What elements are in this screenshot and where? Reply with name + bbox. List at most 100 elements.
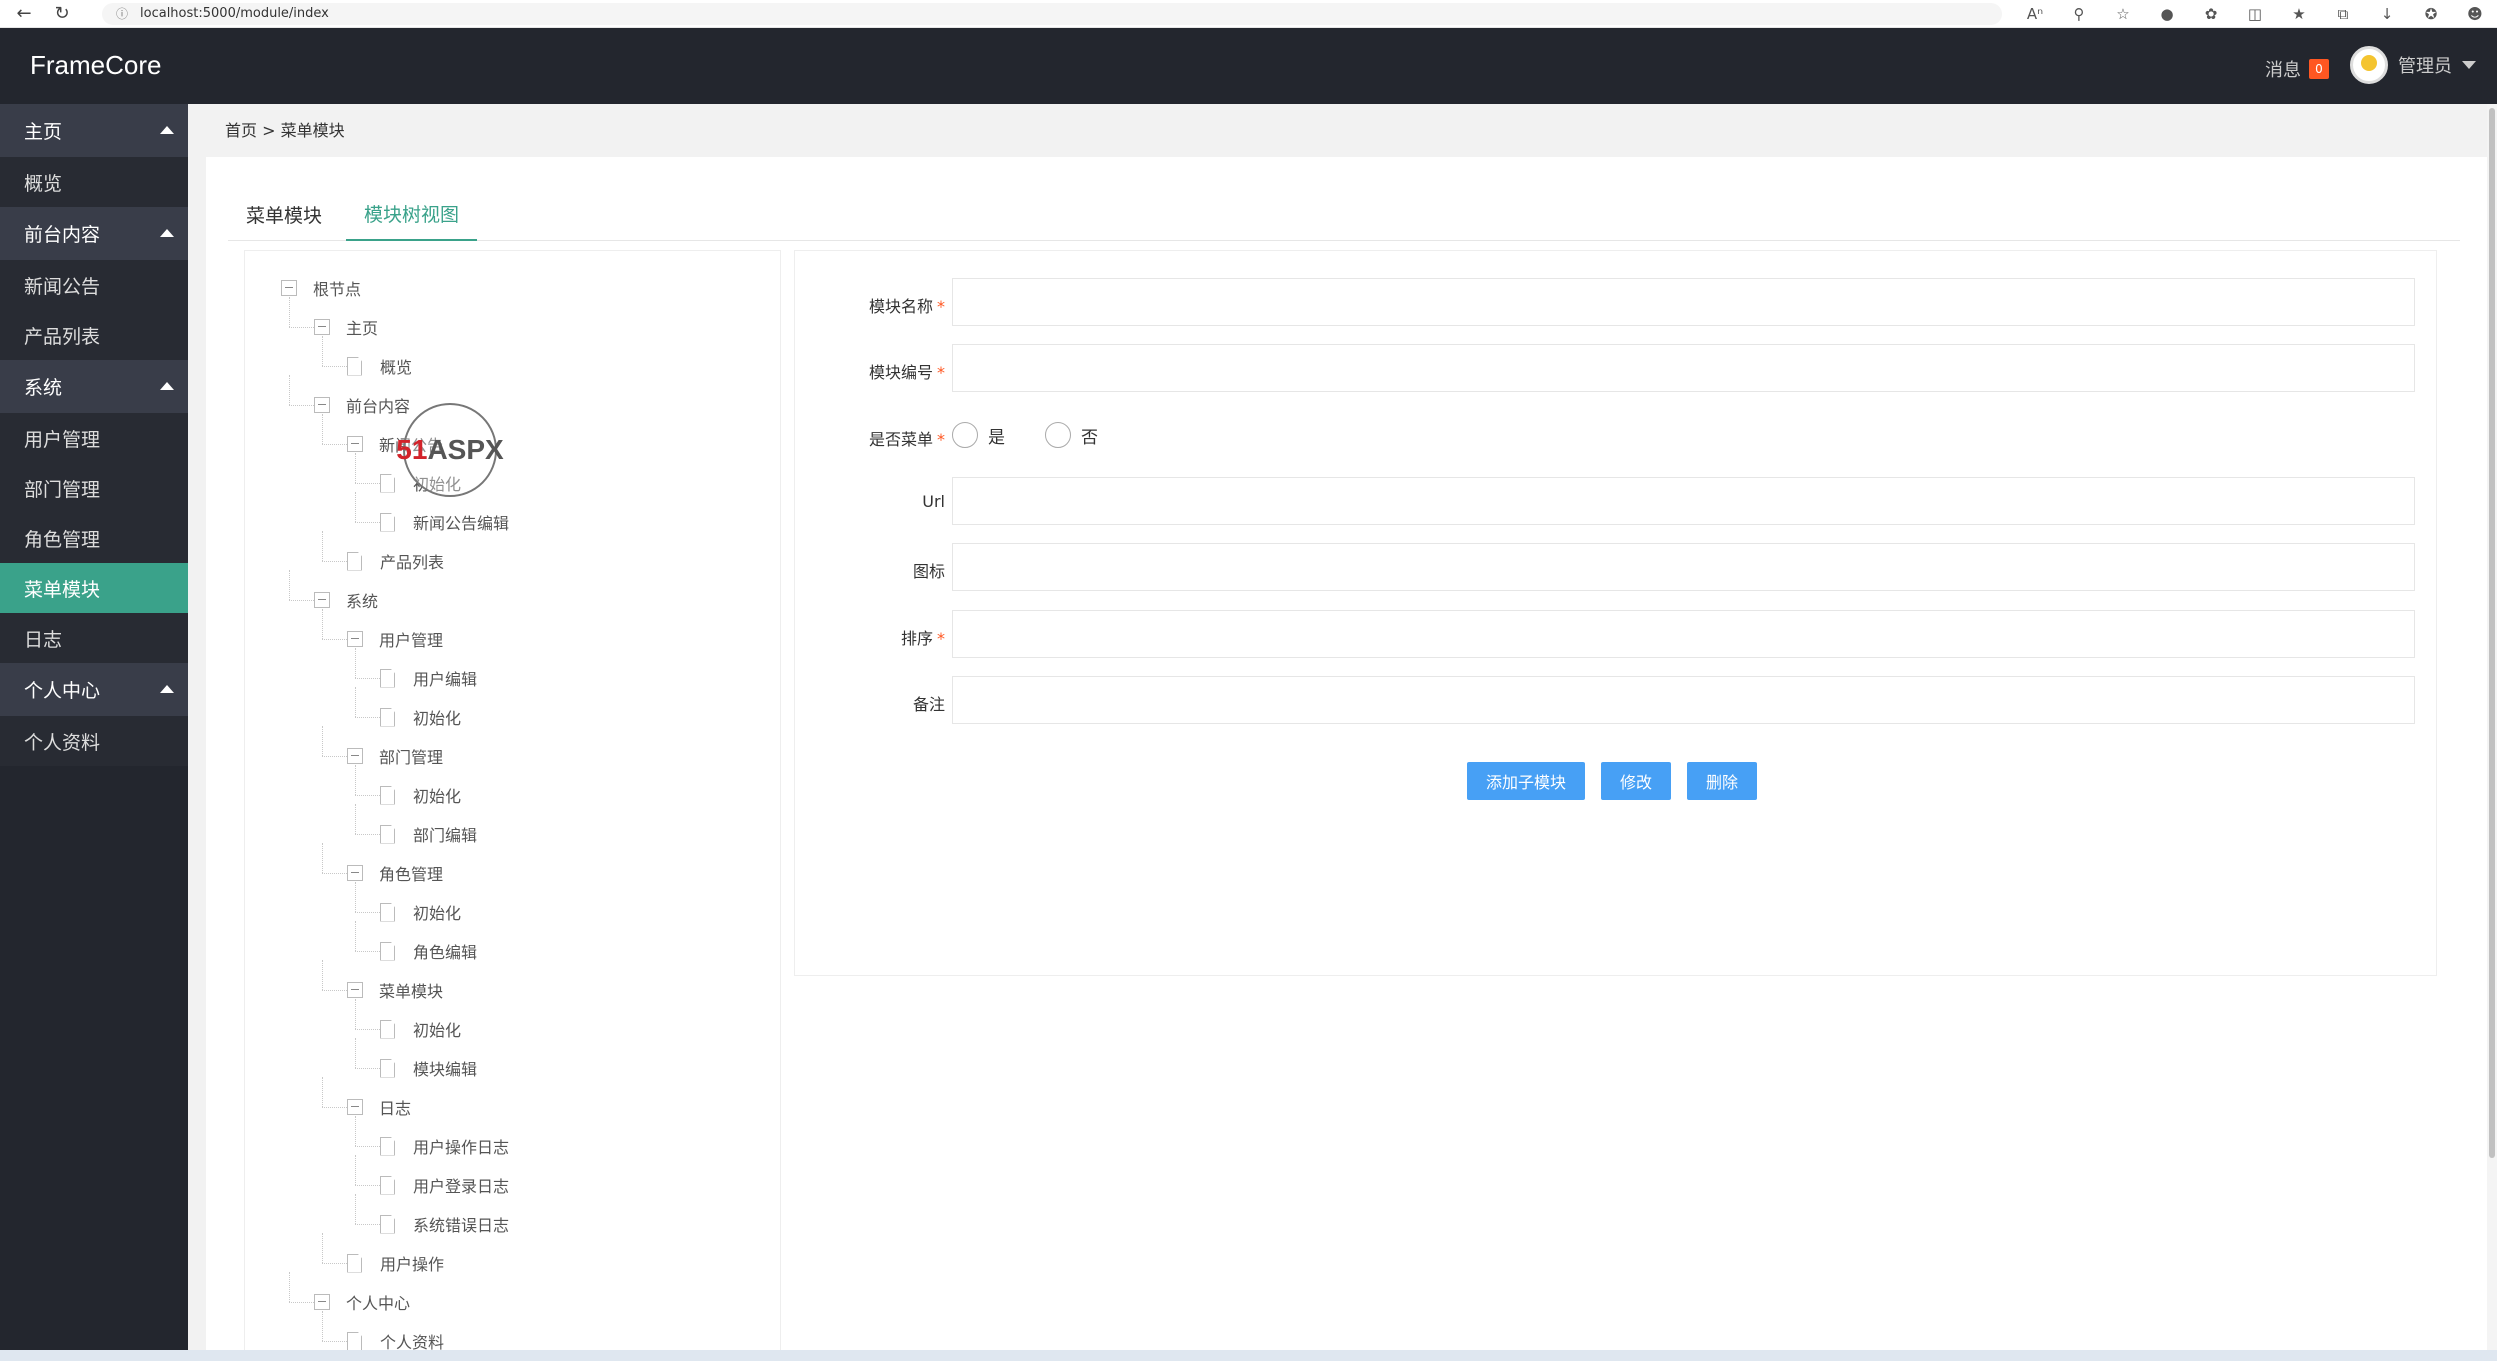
tree-node-label[interactable]: 产品列表 <box>380 549 444 573</box>
tree-node-label[interactable]: 初始化 <box>413 783 461 807</box>
collapse-icon[interactable] <box>314 319 330 335</box>
tree-node-label[interactable]: 初始化 <box>413 705 461 729</box>
tree-node-label[interactable]: 新闻公告编辑 <box>413 510 509 534</box>
tree-node-label[interactable]: 模块编辑 <box>413 1056 477 1080</box>
sidebar-item-news[interactable]: 新闻公告 <box>0 260 188 310</box>
profile-icon[interactable]: ☻ <box>2453 5 2497 23</box>
tree-node-label[interactable]: 主页 <box>346 315 378 339</box>
favorite-star-icon[interactable]: ☆ <box>2101 5 2145 23</box>
read-aloud-icon[interactable]: Aⁿ <box>2013 5 2057 23</box>
sidebar-item-departments[interactable]: 部门管理 <box>0 463 188 513</box>
tree-folder-node[interactable]: 菜单模块 <box>347 977 443 1003</box>
tree-leaf-node[interactable]: 初始化 <box>380 1016 461 1042</box>
tree-node-label[interactable]: 用户操作 <box>380 1251 444 1275</box>
collapse-icon[interactable] <box>314 592 330 608</box>
tree-node-label[interactable]: 角色编辑 <box>413 939 477 963</box>
tree-leaf-node[interactable]: 初始化 <box>380 704 461 730</box>
is-menu-no-label[interactable]: 否 <box>1081 423 1098 448</box>
messages-link[interactable]: 消息 0 <box>2265 56 2329 82</box>
tree-node-label[interactable]: 初始化 <box>413 900 461 924</box>
tree-node-label[interactable]: 部门管理 <box>379 744 443 768</box>
collapse-icon[interactable] <box>347 436 363 452</box>
is-menu-no-radio[interactable] <box>1045 422 1071 448</box>
copilot-icon[interactable]: ✪ <box>2409 5 2453 23</box>
tree-leaf-node[interactable]: 产品列表 <box>347 548 444 574</box>
sidebar-item-overview[interactable]: 概览 <box>0 157 188 207</box>
tree-node-label[interactable]: 系统 <box>346 588 378 612</box>
sidebar-item-logs[interactable]: 日志 <box>0 613 188 663</box>
tree-folder-node[interactable]: 前台内容 <box>314 392 410 418</box>
url-input[interactable] <box>952 477 2415 525</box>
reload-icon[interactable]: ↻ <box>48 0 76 28</box>
sort-input[interactable] <box>952 610 2415 658</box>
remark-input[interactable] <box>952 676 2415 724</box>
collapse-icon[interactable] <box>314 397 330 413</box>
tree-leaf-node[interactable]: 用户编辑 <box>380 665 477 691</box>
tree-node-label[interactable]: 前台内容 <box>346 393 410 417</box>
tree-folder-node[interactable]: 角色管理 <box>347 860 443 886</box>
sidebar-item-products[interactable]: 产品列表 <box>0 310 188 360</box>
collapse-icon[interactable] <box>347 982 363 998</box>
breadcrumb-home[interactable]: 首页 <box>225 121 257 140</box>
tree-node-label[interactable]: 用户操作日志 <box>413 1134 509 1158</box>
tree-node-label[interactable]: 用户编辑 <box>413 666 477 690</box>
extension-icon[interactable]: ● <box>2145 5 2189 23</box>
icon-input[interactable] <box>952 543 2415 591</box>
favorites-icon[interactable]: ★ <box>2277 5 2321 23</box>
tree-leaf-node[interactable]: 角色编辑 <box>380 938 477 964</box>
tree-folder-node[interactable]: 日志 <box>347 1094 411 1120</box>
site-info-icon[interactable]: ⓘ <box>116 5 128 22</box>
tree-node-label[interactable]: 用户管理 <box>379 627 443 651</box>
tree-leaf-node[interactable]: 用户操作日志 <box>380 1133 509 1159</box>
tree-folder-node[interactable]: 系统 <box>314 587 378 613</box>
sidebar-group-system[interactable]: 系统 <box>0 360 188 413</box>
tree-node-label[interactable]: 菜单模块 <box>379 978 443 1002</box>
tree-leaf-node[interactable]: 用户操作 <box>347 1250 444 1276</box>
tab-module-tree[interactable]: 模块树视图 <box>346 187 478 241</box>
tree-node-label[interactable]: 根节点 <box>313 276 361 300</box>
tree-folder-node[interactable]: 个人中心 <box>314 1289 410 1315</box>
sidebar-item-roles[interactable]: 角色管理 <box>0 513 188 563</box>
collapse-icon[interactable] <box>347 865 363 881</box>
module-name-input[interactable] <box>952 278 2415 326</box>
tree-leaf-node[interactable]: 新闻公告编辑 <box>380 509 509 535</box>
collapse-icon[interactable] <box>314 1294 330 1310</box>
module-code-input[interactable] <box>952 344 2415 392</box>
scrollbar-thumb[interactable] <box>2489 108 2495 1158</box>
tree-node-label[interactable]: 日志 <box>379 1095 411 1119</box>
sidebar-item-profile[interactable]: 个人资料 <box>0 716 188 766</box>
tree-node-label[interactable]: 系统错误日志 <box>413 1212 509 1236</box>
download-icon[interactable]: ↓ <box>2365 5 2409 23</box>
app-logo[interactable]: FrameCore <box>30 50 161 81</box>
collapse-icon[interactable] <box>347 631 363 647</box>
tab-menu-modules[interactable]: 菜单模块 <box>228 187 340 241</box>
tree-leaf-node[interactable]: 概览 <box>347 353 412 379</box>
tree-leaf-node[interactable]: 系统错误日志 <box>380 1211 509 1237</box>
collapse-icon[interactable] <box>347 748 363 764</box>
collapse-icon[interactable] <box>347 1099 363 1115</box>
tree-leaf-node[interactable]: 用户登录日志 <box>380 1172 509 1198</box>
tree-node-label[interactable]: 个人中心 <box>346 1290 410 1314</box>
puzzle-icon[interactable]: ✿ <box>2189 5 2233 23</box>
tree-folder-node[interactable]: 用户管理 <box>347 626 443 652</box>
tree-folder-node[interactable]: 根节点 <box>281 275 361 301</box>
address-bar[interactable]: ⓘ localhost:5000/module/index <box>102 2 2002 25</box>
sidebar-group-personal[interactable]: 个人中心 <box>0 663 188 716</box>
tree-leaf-node[interactable]: 初始化 <box>380 782 461 808</box>
collections-icon[interactable]: ⧉ <box>2321 5 2365 23</box>
is-menu-yes-label[interactable]: 是 <box>988 423 1005 448</box>
sidebar-item-menu-modules[interactable]: 菜单模块 <box>0 563 188 613</box>
collapse-icon[interactable] <box>281 280 297 296</box>
split-screen-icon[interactable]: ◫ <box>2233 5 2277 23</box>
tree-node-label[interactable]: 角色管理 <box>379 861 443 885</box>
back-icon[interactable]: ← <box>10 0 38 28</box>
tree-leaf-node[interactable]: 部门编辑 <box>380 821 477 847</box>
tree-node-label[interactable]: 用户登录日志 <box>413 1173 509 1197</box>
tree-leaf-node[interactable]: 初始化 <box>380 899 461 925</box>
sidebar-group-frontend[interactable]: 前台内容 <box>0 207 188 260</box>
tree-node-label[interactable]: 部门编辑 <box>413 822 477 846</box>
is-menu-yes-radio[interactable] <box>952 422 978 448</box>
edit-button[interactable]: 修改 <box>1601 762 1672 800</box>
tree-node-label[interactable]: 初始化 <box>413 1017 461 1041</box>
zoom-icon[interactable]: ⚲ <box>2057 5 2101 23</box>
